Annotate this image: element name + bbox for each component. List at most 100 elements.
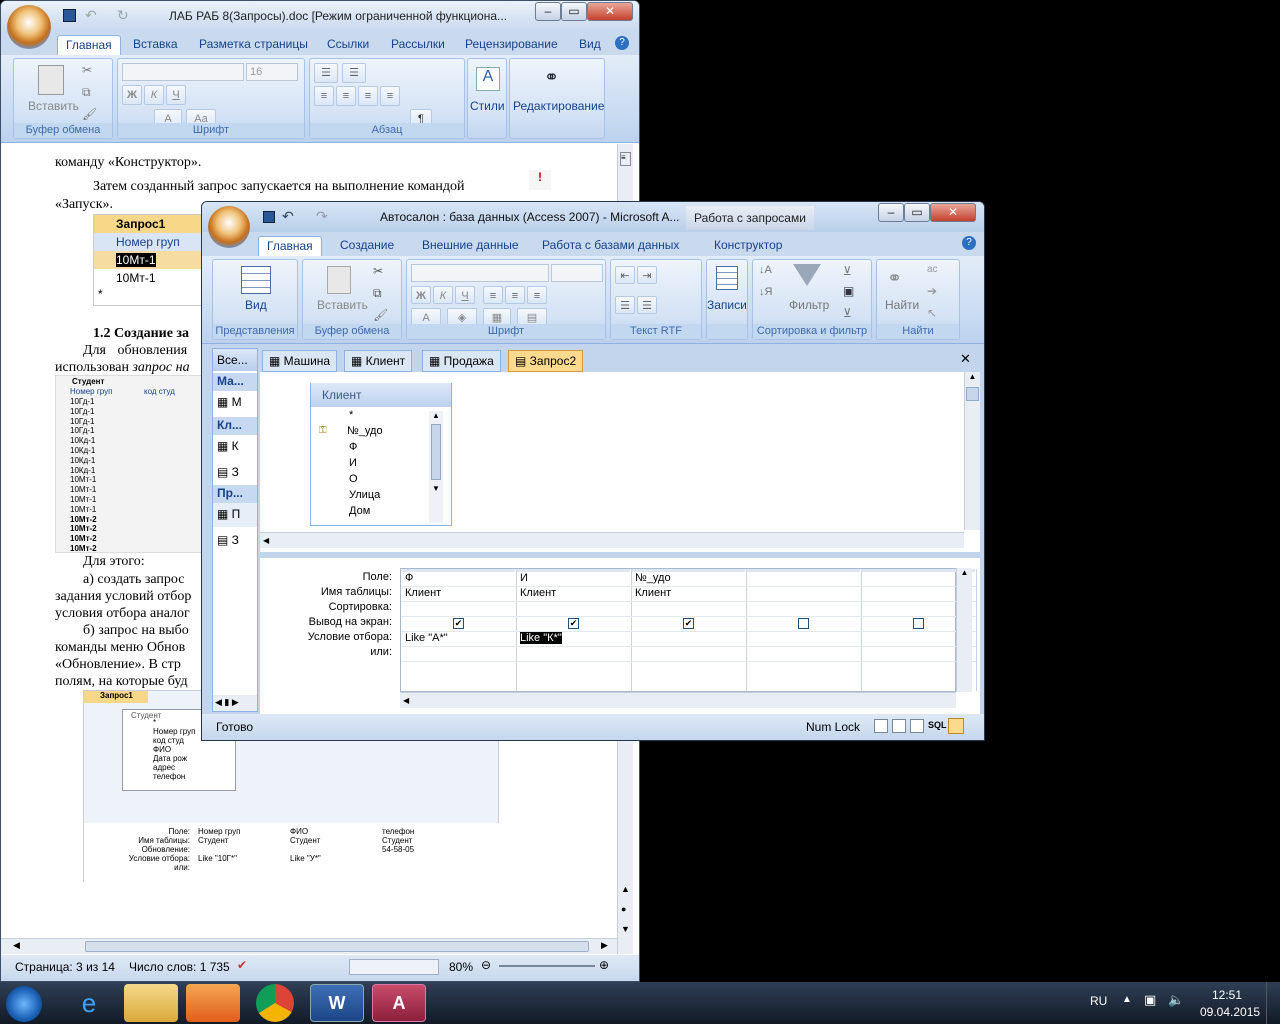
grid-cell[interactable]: Клиент (520, 587, 556, 599)
styles-group[interactable]: A Стили (467, 58, 507, 139)
view-datasheet-icon[interactable] (874, 719, 888, 733)
grid-cell[interactable]: Клиент (405, 587, 441, 599)
show-checkbox[interactable]: ✔ (453, 618, 464, 629)
tab-create[interactable]: Создание (338, 236, 396, 256)
paste-label[interactable]: Вставить (28, 99, 79, 113)
tab-view[interactable]: Вид (577, 35, 603, 55)
numbering-button[interactable]: ☰ (637, 296, 657, 314)
grid-column-selector[interactable] (402, 569, 515, 572)
tab-design[interactable]: Конструктор (712, 236, 784, 256)
volume-icon[interactable]: 🔈 (1168, 992, 1184, 1008)
grid-cell[interactable]: Клиент (635, 587, 671, 599)
grid-hscroll[interactable]: ◀ (400, 692, 956, 708)
tray-arrow-icon[interactable]: ▲ (1122, 994, 1132, 1005)
minimize-button[interactable]: – (878, 203, 904, 222)
align-center-button[interactable]: ≡ (505, 286, 525, 304)
undo-icon[interactable]: ↶ (85, 7, 97, 24)
zoom-slider[interactable] (499, 965, 595, 967)
cut-icon[interactable]: ✂ (82, 63, 92, 77)
show-checkbox[interactable]: ✔ (683, 618, 694, 629)
show-checkbox[interactable]: ✔ (568, 618, 579, 629)
access-taskbar-icon[interactable]: A (372, 984, 426, 1022)
redo-icon[interactable]: ↷ (316, 208, 328, 225)
numbering-button[interactable]: ☰ (342, 63, 366, 83)
selection-filter-icon[interactable]: ⊻ (843, 264, 852, 278)
font-size-box[interactable]: 16 (246, 63, 298, 81)
nav-section[interactable]: Пр... (213, 485, 257, 503)
sort-asc-icon[interactable]: ↓А (759, 264, 772, 276)
word-horizontal-scrollbar[interactable]: ◀ ▶ (1, 938, 617, 954)
office-button[interactable] (208, 206, 250, 248)
clock-time[interactable]: 12:51 (1212, 988, 1242, 1002)
chrome-icon[interactable] (256, 984, 294, 1022)
view-buttons[interactable] (349, 959, 439, 975)
find-label[interactable]: Найти (885, 298, 919, 312)
table-field[interactable]: Дом (333, 505, 370, 517)
tab-home[interactable]: Главная (258, 236, 322, 256)
redo-icon[interactable]: ↻ (117, 7, 129, 24)
show-checkbox[interactable] (798, 618, 809, 629)
tab-page-layout[interactable]: Разметка страницы (197, 35, 310, 55)
align-right-button[interactable]: ≡ (358, 86, 378, 106)
scroll-prev-page[interactable]: ▲ (621, 884, 630, 894)
explorer-icon[interactable] (124, 984, 178, 1022)
ruler-icon[interactable]: ≡ (620, 152, 631, 166)
grid-cell[interactable]: №_удо (635, 572, 671, 584)
nav-item[interactable]: ▦ П (213, 503, 257, 527)
grid-cell[interactable]: Ф (405, 572, 413, 584)
indent-decrease-button[interactable]: ⇤ (615, 266, 635, 284)
underline-button[interactable]: Ч (166, 85, 186, 105)
filter-label[interactable]: Фильтр (789, 298, 829, 312)
zoom-level[interactable]: 80% (449, 960, 473, 974)
nav-item[interactable]: ▦ М (213, 391, 257, 415)
start-button[interactable] (6, 986, 42, 1022)
align-left-button[interactable]: ≡ (314, 86, 334, 106)
upper-vscroll[interactable]: ▲ (964, 372, 980, 530)
copy-icon[interactable]: ⧉ (373, 286, 382, 301)
sort-desc-icon[interactable]: ↓Я (759, 286, 772, 298)
bold-button[interactable]: Ж (122, 85, 142, 105)
browse-object[interactable]: ● (621, 904, 626, 914)
page-count[interactable]: Страница: 3 из 14 (15, 960, 115, 974)
field-list-scrollbar[interactable]: ▲ ▼ (429, 411, 443, 523)
cut-icon[interactable]: ✂ (373, 264, 383, 278)
help-icon[interactable]: ? (615, 36, 629, 50)
align-right-button[interactable]: ≡ (527, 286, 547, 304)
view-pivottable-icon[interactable] (892, 719, 906, 733)
zoom-out-icon[interactable]: ⊖ (481, 958, 491, 972)
scroll-right-arrow[interactable]: ▶ (601, 940, 608, 951)
replace-icon[interactable]: ac (927, 264, 938, 275)
show-desktop-button[interactable] (1266, 982, 1280, 1024)
view-sql-button[interactable]: SQL (928, 720, 947, 730)
copy-icon[interactable]: ⧉ (82, 85, 91, 100)
table-field[interactable]: Ф (333, 441, 357, 453)
scroll-next-page[interactable]: ▼ (621, 924, 630, 934)
tab-mailings[interactable]: Рассылки (389, 35, 447, 55)
close-button[interactable]: ✕ (587, 2, 633, 21)
font-size-box[interactable] (551, 264, 603, 282)
query-design-upper[interactable]: Клиент * ⚿ №_удо Ф И О Улица Дом ▲ ▼ ▲ ◀ (260, 372, 980, 552)
language-indicator[interactable]: RU (1090, 994, 1107, 1008)
goto-icon[interactable]: ➔ (927, 284, 937, 298)
italic-button[interactable]: К (433, 286, 453, 304)
save-icon[interactable] (63, 9, 76, 22)
query-design-grid[interactable]: Поле: Имя таблицы: Сортировка: Вывод на экр… (260, 558, 980, 714)
view-pivotchart-icon[interactable] (910, 719, 924, 733)
editing-group[interactable]: ⚭ Редактирование (509, 58, 605, 139)
clock-date[interactable]: 09.04.2015 (1200, 1005, 1260, 1019)
ie-icon[interactable]: e (62, 984, 116, 1022)
toggle-filter-icon[interactable]: ⊻ (843, 306, 852, 320)
scroll-thumb[interactable] (85, 941, 589, 952)
bold-button[interactable]: Ж (411, 286, 431, 304)
view-design-icon[interactable] (948, 718, 964, 734)
table-field[interactable]: ⚿ №_удо (319, 425, 383, 437)
tab-references[interactable]: Ссылки (325, 35, 371, 55)
tab-home[interactable]: Главная (57, 35, 121, 55)
grid-cell[interactable]: Like "А*" (405, 632, 448, 644)
nav-item[interactable]: ▤ З (213, 529, 257, 553)
spellcheck-icon[interactable]: ✔ (237, 958, 247, 972)
grid-cell[interactable]: Like "К*" (520, 632, 562, 644)
paste-icon[interactable] (38, 65, 64, 95)
table-field[interactable]: Улица (333, 489, 380, 501)
field-list-thumb[interactable] (431, 424, 441, 480)
